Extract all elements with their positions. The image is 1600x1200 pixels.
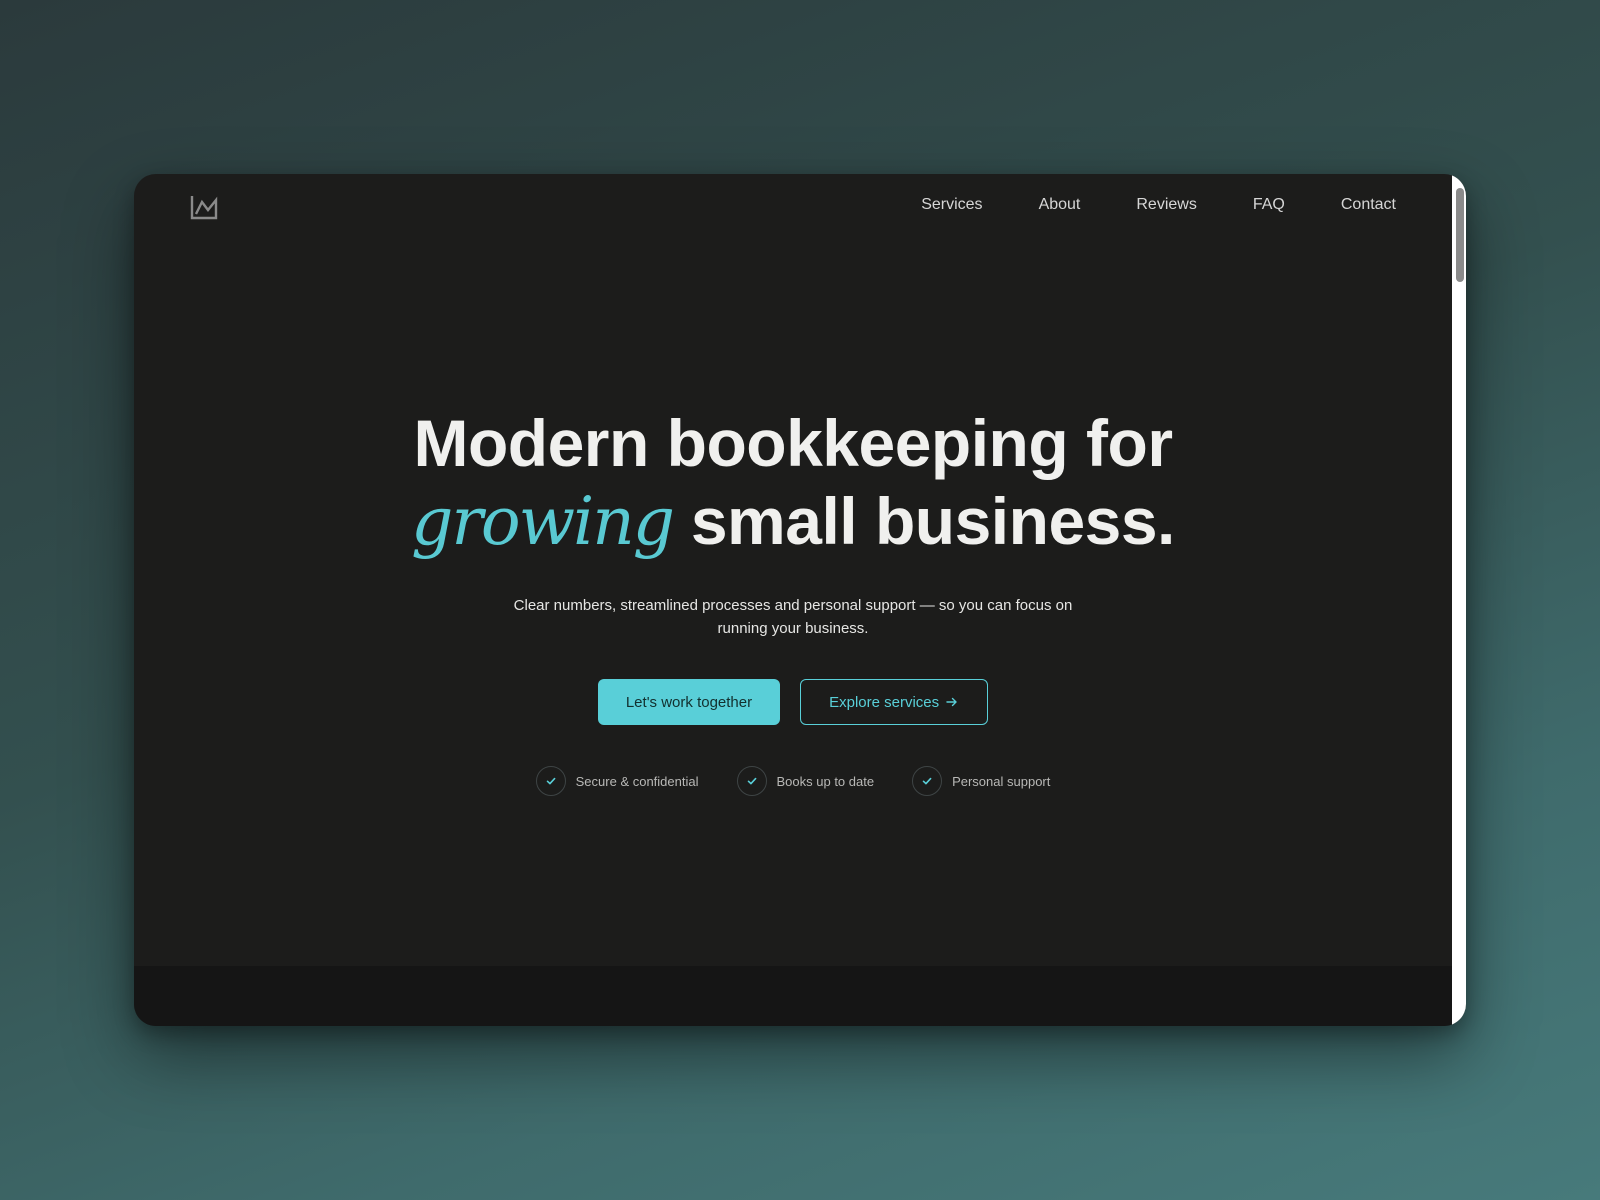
work-together-button[interactable]: Let's work together: [597, 679, 781, 725]
cta-row: Let's work together Explore services: [134, 679, 1452, 725]
explore-services-label: Explore services: [829, 693, 940, 711]
scrollbar-track[interactable]: [1452, 174, 1466, 1026]
hero-subtitle: Clear numbers, streamlined processes and…: [513, 597, 1073, 637]
hero-headline: Modern bookkeeping for growing small bus…: [134, 404, 1452, 561]
feature-item: Secure & confidential: [535, 766, 699, 796]
top-navigation: Services About Reviews FAQ Contact: [134, 174, 1452, 238]
check-icon: [535, 766, 566, 796]
nav-links: Services About Reviews FAQ Contact: [865, 196, 1396, 214]
feature-label: Secure & confidential: [575, 773, 699, 789]
monogram-logo-icon[interactable]: [190, 194, 218, 220]
nav-link-contact[interactable]: Contact: [1341, 196, 1396, 214]
check-icon: [736, 766, 767, 796]
headline-line-1: Modern bookkeeping for: [413, 406, 1173, 480]
feature-item: Personal support: [912, 766, 1050, 796]
nav-link-services[interactable]: Services: [921, 196, 982, 214]
feature-item: Books up to date: [736, 766, 875, 796]
check-icon: [912, 766, 943, 796]
explore-services-button[interactable]: Explore services: [800, 679, 989, 725]
feature-list: Secure & confidential Books up to date P…: [134, 766, 1452, 796]
scrollbar-thumb[interactable]: [1456, 188, 1464, 282]
feature-label: Books up to date: [776, 773, 875, 789]
next-section-strip: [134, 966, 1452, 1026]
nav-link-about[interactable]: About: [1039, 196, 1081, 214]
arrow-right-icon: [946, 697, 957, 707]
headline-accent-word: growing: [411, 483, 675, 560]
nav-link-reviews[interactable]: Reviews: [1136, 196, 1196, 214]
feature-label: Personal support: [952, 773, 1051, 789]
nav-link-faq[interactable]: FAQ: [1253, 196, 1285, 214]
headline-line-2: small business.: [690, 484, 1176, 558]
browser-window: Services About Reviews FAQ Contact Moder…: [134, 174, 1466, 1026]
